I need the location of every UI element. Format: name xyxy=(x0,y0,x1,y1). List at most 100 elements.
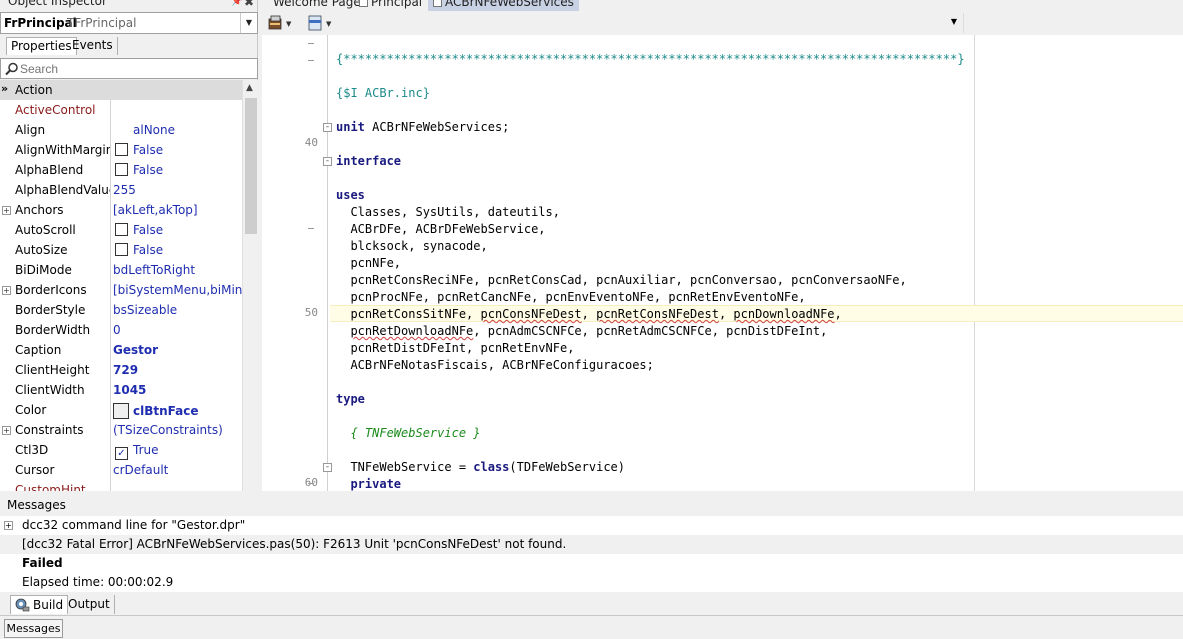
property-value[interactable]: [biSystemMenu,biMinim xyxy=(113,283,242,297)
checkbox[interactable] xyxy=(115,163,128,176)
chevron-down-icon[interactable]: ▼ xyxy=(240,13,257,33)
tab-events[interactable]: Events xyxy=(68,37,118,55)
code-line: pcnRetConsReciNFe, pcnRetConsCad, pcnAux… xyxy=(336,273,907,287)
property-row-activecontrol[interactable]: ActiveControl xyxy=(0,100,242,120)
property-row-autosize[interactable]: AutoSize False xyxy=(0,240,242,260)
tab-label: Build xyxy=(33,598,64,612)
message-row[interactable]: Elapsed time: 00:00:02.9 xyxy=(0,573,1183,592)
property-value[interactable]: (TSizeConstraints) xyxy=(113,423,242,437)
property-row-cursor[interactable]: Cursor crDefault xyxy=(0,460,242,480)
tab-acbrnfewebservices[interactable]: ACBrNFeWebServices xyxy=(428,0,579,11)
message-row[interactable]: + dcc32 command line for "Gestor.dpr" xyxy=(0,516,1183,535)
property-row-caption[interactable]: Caption Gestor xyxy=(0,340,242,360)
property-name: BiDiMode xyxy=(15,263,72,277)
project-icon[interactable] xyxy=(268,15,282,30)
property-value[interactable]: Gestor xyxy=(113,343,242,357)
property-row-customhint[interactable]: CustomHint xyxy=(0,480,242,491)
property-value[interactable]: alNone xyxy=(133,123,258,137)
method-selector[interactable]: ▼ xyxy=(702,13,964,33)
component-selector[interactable]: FrPrincipal TFrPrincipal ▼ xyxy=(0,12,258,34)
tab-principal[interactable]: Principal xyxy=(354,0,427,11)
property-row-clientwidth[interactable]: ClientWidth 1045 xyxy=(0,380,242,400)
checkbox-checked[interactable]: ✓ xyxy=(115,447,128,460)
editor-tabs: Welcome Page Principal ACBrNFeWebService… xyxy=(262,0,1183,12)
message-text: Failed xyxy=(22,556,63,570)
fold-minus-icon[interactable]: - xyxy=(323,123,332,132)
property-row-autoscroll[interactable]: AutoScroll False xyxy=(0,220,242,240)
code-line: {$I ACBr.inc} xyxy=(336,86,430,100)
component-name: FrPrincipal xyxy=(4,16,77,30)
checkbox[interactable] xyxy=(115,223,128,236)
expand-icon[interactable]: + xyxy=(2,286,11,295)
property-row-ctl3d[interactable]: Ctl3D ✓ True xyxy=(0,440,242,460)
property-value[interactable]: 0 xyxy=(113,323,242,337)
checkbox[interactable] xyxy=(115,243,128,256)
property-grid: » Action ActiveControl Align alNone Alig… xyxy=(0,80,258,491)
chevron-down-icon[interactable]: ▼ xyxy=(286,20,292,28)
chevron-down-icon[interactable]: ▼ xyxy=(951,17,957,26)
close-icon[interactable]: ✖ xyxy=(244,0,254,9)
property-value[interactable]: bdLeftToRight xyxy=(113,263,242,277)
messages-header: Messages xyxy=(0,494,1183,516)
fold-minus-icon[interactable]: - xyxy=(323,463,332,472)
messages-list: + dcc32 command line for "Gestor.dpr" [d… xyxy=(0,516,1183,592)
property-row-align[interactable]: Align alNone xyxy=(0,120,242,140)
unit-icon[interactable] xyxy=(308,15,322,31)
property-value[interactable]: 1045 xyxy=(113,383,242,397)
property-row-bidimode[interactable]: BiDiMode bdLeftToRight xyxy=(0,260,242,280)
property-row-alphablendvalue[interactable]: AlphaBlendValue 255 xyxy=(0,180,242,200)
tab-label: Principal xyxy=(371,0,423,9)
unit-file-icon xyxy=(433,0,442,7)
property-row-anchors[interactable]: + Anchors [akLeft,akTop] xyxy=(0,200,242,220)
property-row-borderwidth[interactable]: BorderWidth 0 xyxy=(0,320,242,340)
property-value[interactable]: crDefault xyxy=(113,463,242,477)
property-value[interactable]: 255 xyxy=(113,183,242,197)
property-name: Anchors xyxy=(15,203,64,217)
status-bar: Messages xyxy=(0,617,1183,639)
property-row-constraints[interactable]: + Constraints (TSizeConstraints) xyxy=(0,420,242,440)
expand-icon[interactable]: + xyxy=(2,206,11,215)
property-value[interactable]: 729 xyxy=(113,363,242,377)
property-row-alphablend[interactable]: AlphaBlend False xyxy=(0,160,242,180)
expand-icon[interactable]: + xyxy=(2,426,11,435)
form-file-icon xyxy=(359,0,368,7)
property-row-clientheight[interactable]: ClientHeight 729 xyxy=(0,360,242,380)
chevron-down-icon[interactable]: ▼ xyxy=(326,20,332,28)
pin-icon[interactable]: 📌 xyxy=(231,0,243,7)
property-value[interactable]: bsSizeable xyxy=(113,303,242,317)
scrollbar-thumb[interactable] xyxy=(245,98,257,234)
property-row-color[interactable]: Color clBtnFace xyxy=(0,400,242,420)
code-line: ACBrDFe, ACBrDFeWebService, xyxy=(336,222,546,236)
property-name: BorderIcons xyxy=(15,283,87,297)
message-row-error[interactable]: [dcc32 Fatal Error] ACBrNFeWebServices.p… xyxy=(0,535,1183,554)
property-value[interactable]: [akLeft,akTop] xyxy=(113,203,242,217)
message-text: dcc32 command line for "Gestor.dpr" xyxy=(22,518,246,532)
messages-button[interactable]: Messages xyxy=(4,619,63,638)
editor-toolbar: ▼ ▼ ▼ xyxy=(262,12,1183,35)
property-row-action[interactable]: » Action xyxy=(0,80,242,100)
chevron-up-icon[interactable]: ▲ xyxy=(246,83,253,93)
tab-build[interactable]: Build xyxy=(10,595,69,614)
property-row-borderstyle[interactable]: BorderStyle bsSizeable xyxy=(0,300,242,320)
code-line: private xyxy=(336,477,402,491)
component-type: TFrPrincipal xyxy=(67,16,137,30)
tab-label: Welcome Page xyxy=(273,0,361,9)
tab-output[interactable]: Output xyxy=(64,595,115,614)
code-editor[interactable]: 40 50 60 - - - {************************… xyxy=(262,35,1183,491)
property-row-bordericons[interactable]: + BorderIcons [biSystemMenu,biMinim xyxy=(0,280,242,300)
tab-welcome-page[interactable]: Welcome Page xyxy=(268,0,366,11)
property-name: AutoScroll xyxy=(15,223,76,237)
fold-minus-icon[interactable]: - xyxy=(323,157,332,166)
line-number: 40 xyxy=(304,136,318,149)
checkbox[interactable] xyxy=(115,143,128,156)
expand-icon[interactable]: + xyxy=(4,521,13,530)
property-name: BorderWidth xyxy=(15,323,91,337)
search-input[interactable] xyxy=(20,60,250,77)
property-row-alignwithmargins[interactable]: AlignWithMargins False xyxy=(0,140,242,160)
property-grid-scrollbar[interactable]: ▲ xyxy=(242,80,258,491)
search-icon xyxy=(5,62,18,76)
code-line: {***************************************… xyxy=(336,52,965,66)
message-row[interactable]: Failed xyxy=(0,554,1183,573)
property-name: Constraints xyxy=(15,423,84,437)
tab-properties[interactable]: Properties xyxy=(6,37,77,55)
